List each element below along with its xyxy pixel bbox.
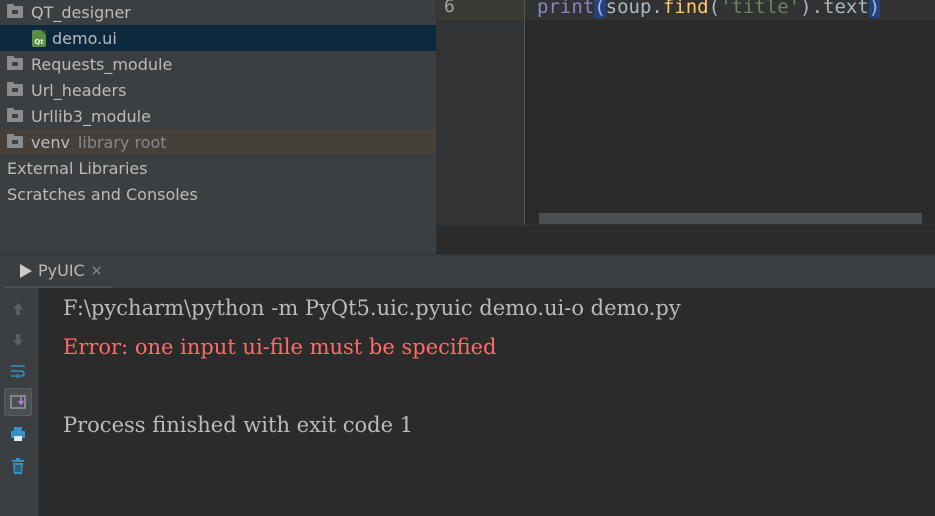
trash-icon[interactable]: [4, 452, 32, 480]
code-editor[interactable]: 6 print(soup.find('title').text): [436, 0, 935, 255]
tree-item-scratches[interactable]: Scratches and Consoles: [0, 181, 443, 207]
tree-item-venv[interactable]: venv library root: [0, 129, 443, 155]
scroll-to-end-icon[interactable]: [4, 388, 32, 416]
print-icon[interactable]: [4, 420, 32, 448]
folder-icon: [7, 108, 23, 122]
tree-item-requests-module[interactable]: Requests_module: [0, 51, 443, 77]
console-exit-line: Process finished with exit code 1: [63, 413, 414, 437]
project-panel: QT_designer Qt demo.ui Requests_module U…: [0, 0, 468, 254]
folder-icon: [7, 4, 23, 18]
code-fn-paren: (: [708, 0, 721, 18]
tree-item-label: Urllib3_module: [31, 106, 151, 126]
folder-icon: [7, 134, 23, 148]
line-number: 6: [444, 0, 455, 17]
code-function: find: [662, 0, 709, 18]
tree-item-demo-ui[interactable]: Qt demo.ui: [0, 25, 468, 51]
console-error-line: Error: one input ui-file must be specifi…: [63, 335, 497, 359]
code-paren-open: (: [594, 0, 606, 18]
code-rest: ).text: [800, 0, 869, 18]
run-tool-window-header: PyUIC ×: [0, 254, 935, 289]
arrow-up-icon[interactable]: [4, 295, 32, 323]
qt-file-icon: Qt: [32, 29, 46, 47]
tree-item-external-libraries[interactable]: External Libraries: [0, 155, 443, 181]
tree-item-urllib3-module[interactable]: Urllib3_module: [0, 103, 443, 129]
folder-icon: [7, 56, 23, 70]
folder-icon: [7, 82, 23, 96]
tab-pyuic[interactable]: PyUIC ×: [4, 255, 112, 289]
tree-item-label: Scratches and Consoles: [7, 184, 198, 204]
console-command-line: F:\pycharm\python -m PyQt5.uic.pyuic dem…: [63, 296, 681, 320]
console-output[interactable]: F:\pycharm\python -m PyQt5.uic.pyuic dem…: [39, 288, 935, 516]
code-object: soup.: [605, 0, 663, 18]
code-keyword: print: [537, 0, 595, 18]
horizontal-scrollbar[interactable]: [539, 213, 922, 224]
tree-item-label: QT_designer: [31, 2, 131, 22]
editor-gutter: [437, 0, 524, 225]
tree-item-label: Requests_module: [31, 54, 173, 74]
tree-item-label: External Libraries: [7, 158, 148, 178]
code-paren-close: ): [868, 0, 881, 18]
run-toolbar: [0, 288, 39, 516]
tab-label: PyUIC: [38, 261, 85, 280]
tree-item-qt-designer[interactable]: QT_designer: [0, 0, 443, 25]
tree-item-label: Url_headers: [31, 80, 127, 100]
close-icon[interactable]: ×: [91, 263, 103, 279]
editor-bottom-bar: [437, 225, 935, 255]
tree-item-url-headers[interactable]: Url_headers: [0, 77, 443, 103]
code-line[interactable]: print(soup.find('title').text): [537, 0, 881, 18]
code-string: 'title': [720, 0, 801, 18]
arrow-down-icon[interactable]: [4, 326, 32, 354]
library-root-label: library root: [77, 132, 167, 152]
run-icon: [20, 263, 32, 278]
soft-wrap-icon[interactable]: [4, 357, 32, 385]
gutter-separator: [524, 0, 525, 225]
tree-item-label: demo.ui: [52, 28, 117, 48]
tree-item-label: venv: [31, 132, 70, 152]
